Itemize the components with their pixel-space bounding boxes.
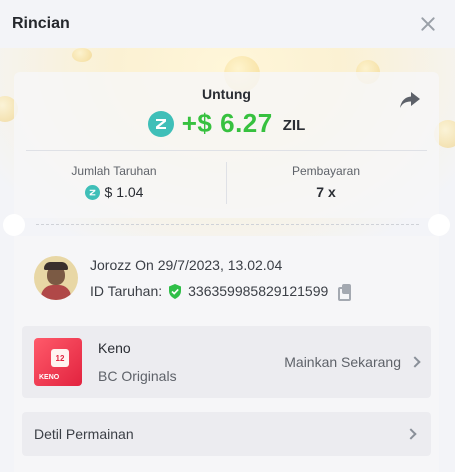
payout-label: Pembayaran — [291, 164, 361, 178]
bet-id-row: ID Taruhan: 336359985829121599 — [90, 283, 352, 301]
game-provider: BC Originals — [98, 368, 177, 384]
close-icon[interactable] — [419, 15, 437, 33]
dashed-divider — [36, 224, 419, 225]
game-row[interactable]: 12 KENO Keno BC Originals Mainkan Sekara… — [22, 326, 431, 398]
bet-amount-value-row: $ 1.04 — [14, 184, 214, 200]
bet-id-value: 336359985829121599 — [188, 283, 329, 299]
keno-logo-text: KENO — [39, 374, 60, 381]
modal-title: Rincian — [12, 15, 70, 32]
ticket-notch-right — [428, 214, 450, 236]
payout-stat: Pembayaran 7 x — [226, 164, 426, 200]
result-card: Untung +$ 6.27 ZIL Jumlah Taruhan $ 1.04… — [14, 72, 439, 218]
play-now-label: Mainkan Sekarang — [284, 354, 401, 370]
divider — [26, 150, 427, 151]
chevron-right-icon — [405, 428, 417, 440]
profit-row: +$ 6.27 ZIL — [14, 108, 439, 139]
bet-details-panel: Jorozz On 29/7/2023, 13.02.04 ID Taruhan… — [14, 236, 439, 472]
keno-logo-number: 12 — [51, 349, 69, 367]
user-name-date: Jorozz On 29/7/2023, 13.02.04 — [90, 257, 283, 273]
profit-label: Untung — [202, 86, 251, 102]
profit-currency: ZIL — [282, 117, 306, 134]
play-now-button[interactable]: Mainkan Sekarang — [284, 354, 421, 370]
user-row: Jorozz On 29/7/2023, 13.02.04 ID Taruhan… — [34, 256, 352, 301]
chevron-right-icon — [409, 356, 421, 368]
keno-game-logo: 12 KENO — [34, 338, 82, 386]
game-details-label: Detil Permainan — [34, 426, 134, 442]
decor-coin — [72, 48, 92, 62]
bet-amount-value: $ 1.04 — [104, 184, 144, 200]
game-name: Keno — [98, 340, 131, 356]
modal-header: Rincian — [0, 0, 455, 48]
game-details-row[interactable]: Detil Permainan — [22, 412, 431, 456]
payout-value: 7 x — [316, 184, 336, 200]
ticket-notch-left — [3, 214, 25, 236]
share-icon[interactable] — [399, 90, 421, 110]
profit-amount: +$ 6.27 — [181, 108, 273, 138]
zil-coin-icon — [84, 184, 100, 200]
bet-id-label: ID Taruhan: — [90, 283, 163, 299]
bet-amount-stat: Jumlah Taruhan $ 1.04 — [14, 164, 214, 200]
bet-amount-label: Jumlah Taruhan — [71, 164, 157, 178]
zil-coin-icon — [147, 110, 174, 137]
verified-shield-icon — [169, 283, 182, 299]
avatar[interactable] — [34, 256, 78, 300]
copy-icon[interactable] — [338, 284, 352, 301]
